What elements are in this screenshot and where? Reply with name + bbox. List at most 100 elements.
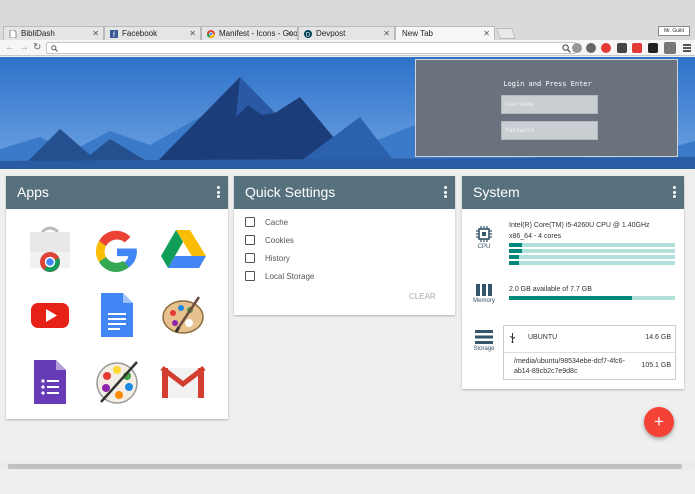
storage-divider [504,352,675,353]
memory-label: Memory [473,298,495,304]
apps-card-header: Apps [6,176,228,209]
close-icon[interactable]: ✕ [189,27,196,40]
tab-facebook[interactable]: f Facebook ✕ [104,26,201,40]
storage-path-size: 105.1 GB [641,362,671,369]
login-panel: Login and Press Enter Username Password [415,59,678,157]
gmail-icon[interactable] [159,358,207,406]
cache-checkbox[interactable]: Cache [245,217,288,229]
memory-section: Memory [470,284,498,304]
facebook-icon: f [110,30,118,38]
more-vert-icon[interactable] [673,186,676,198]
username-field[interactable]: Username [501,95,598,114]
back-arrow-icon[interactable]: ← [5,42,15,53]
checkbox-icon[interactable] [245,235,255,245]
add-button[interactable]: + [644,407,674,437]
cpu-core-bar-fill [509,255,519,259]
new-tab-button[interactable] [495,28,517,39]
google-drive-icon[interactable] [159,224,207,272]
tab-title: New Tab [402,29,433,38]
svg-text:D: D [306,32,311,38]
puzzle-icon[interactable] [664,42,676,54]
quick-settings-title: Quick Settings [245,184,336,200]
history-checkbox[interactable]: History [245,253,290,265]
system-title: System [473,184,520,200]
checkbox-icon[interactable] [245,253,255,263]
forward-arrow-icon[interactable]: → [19,42,29,53]
tab-title: BibliDash [21,29,55,38]
storage-icon [475,330,493,344]
profile-badge[interactable]: Mr. Guild [658,26,690,36]
google-forms-icon[interactable] [26,358,74,406]
tab-title: Facebook [122,29,158,38]
cpu-core-bar-fill [509,249,523,253]
adblock-icon[interactable] [601,43,611,53]
horizontal-scrollbar[interactable] [0,462,695,470]
memory-bar [509,296,675,300]
reload-icon[interactable]: ↻ [33,42,41,53]
extension-badge-icon[interactable] [632,43,642,53]
clear-button[interactable]: CLEAR [409,292,436,301]
memory-icon [476,284,492,296]
storage-section: Storage [470,330,498,352]
color-palette-icon[interactable] [93,358,141,406]
google-docs-icon[interactable] [93,291,141,339]
more-vert-icon[interactable] [217,186,220,198]
cpu-core-bar [509,255,675,259]
cookies-label: Cookies [265,236,294,245]
storage-label: Storage [473,346,495,352]
cpu-label: CPU [477,244,491,250]
cpu-core-bar-fill [509,243,523,247]
devpost-icon: D [304,30,312,38]
local-storage-checkbox[interactable]: Local Storage [245,271,314,283]
tab-manifest-icons[interactable]: Manifest - Icons - Goo ✕ [201,26,298,40]
close-icon[interactable]: ✕ [483,27,490,40]
storage-device-size: 14.6 GB [645,334,671,341]
cpu-section: CPU [470,226,498,250]
storage-path: /media/ubuntu/98534ebe-dcf7-4fc6-ab14-89… [514,358,625,375]
history-label: History [265,254,290,263]
youtube-icon[interactable] [26,291,74,339]
paint-palette-icon[interactable] [159,291,207,339]
cat-icon[interactable] [648,43,658,53]
browser-tab-strip: BibliDash ✕ f Facebook ✕ Manifest - Icon… [0,0,695,40]
scrollbar-thumb[interactable] [8,464,682,469]
google-icon[interactable] [93,224,141,272]
cache-label: Cache [265,218,289,227]
extension-shield-icon[interactable] [586,43,596,53]
more-vert-icon[interactable] [444,186,447,198]
cpu-arch: x86_64 - 4 cores [509,233,562,240]
storage-list: UBUNTU 14.6 GB /media/ubuntu/98534ebe-dc… [503,325,676,380]
cpu-name: Intel(R) Core(TM) i5-4260U CPU @ 1.40GHz [509,222,650,229]
tab-new-tab[interactable]: New Tab ✕ [395,26,495,40]
close-icon[interactable]: ✕ [286,27,293,40]
svg-text:f: f [113,32,115,38]
close-icon[interactable]: ✕ [383,27,390,40]
cookies-checkbox[interactable]: Cookies [245,235,294,247]
apps-title: Apps [17,184,49,200]
tab-devpost[interactable]: D Devpost ✕ [298,26,395,40]
storage-device-name: UBUNTU [528,334,558,341]
zoom-icon[interactable] [562,44,571,53]
chrome-icon [207,30,215,38]
local-storage-label: Local Storage [265,272,315,281]
close-icon[interactable]: ✕ [92,27,99,40]
checkbox-icon[interactable] [245,271,255,281]
usb-icon [509,333,516,343]
quick-settings-header: Quick Settings [234,176,455,209]
cpu-icon [476,226,492,242]
tab-biblidash[interactable]: BibliDash ✕ [3,26,104,40]
password-field[interactable]: Password [501,121,598,140]
chrome-web-store-icon[interactable] [26,224,74,272]
cpu-core-bar-fill [509,261,519,265]
star-icon[interactable] [572,43,582,53]
memory-bar-fill [509,296,632,300]
address-bar[interactable] [46,42,576,54]
checkbox-icon[interactable] [245,217,255,227]
menu-icon[interactable] [683,44,691,52]
login-title: Login and Press Enter [503,80,592,88]
cpu-core-bar [509,261,675,265]
memory-text: 2.0 GB available of 7.7 GB [509,286,592,293]
mail-icon[interactable] [617,43,627,53]
cpu-core-bar [509,243,675,247]
tab-title: Devpost [316,29,346,38]
